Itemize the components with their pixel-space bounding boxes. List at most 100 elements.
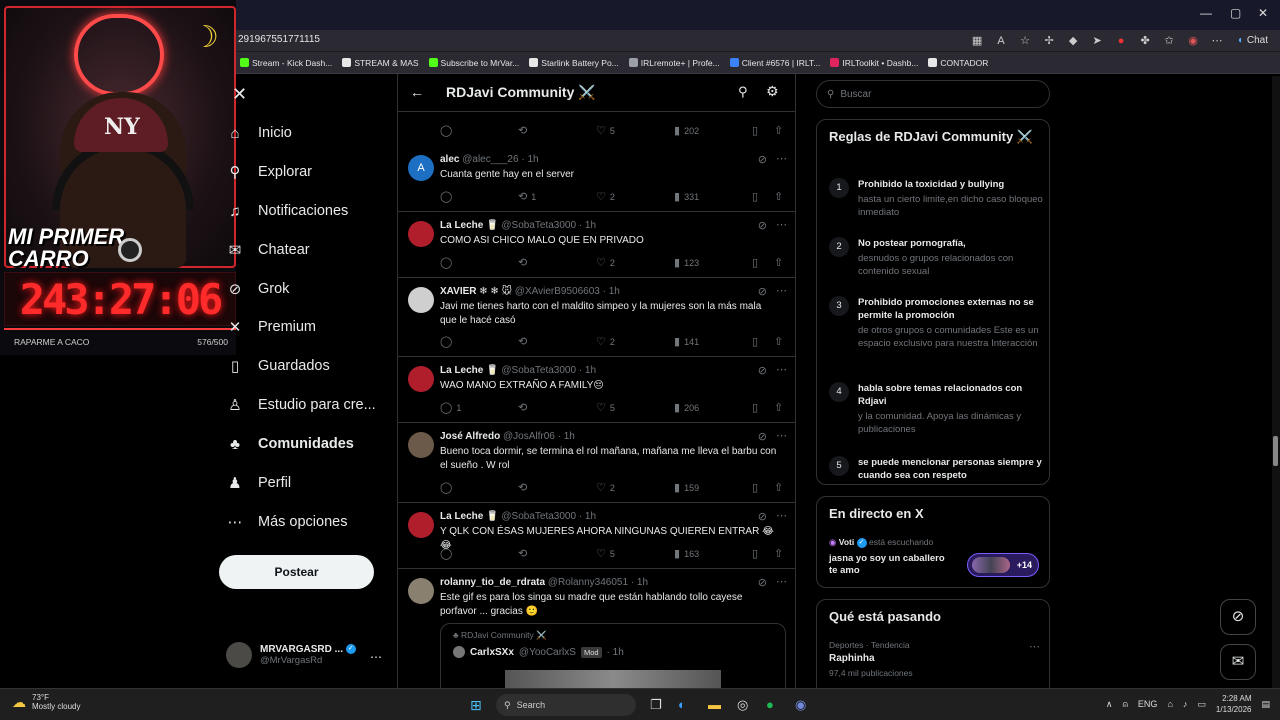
- grok-analyze-icon[interactable]: ⊘: [758, 285, 767, 298]
- like-button[interactable]: ♡ 5: [596, 124, 615, 137]
- copilot-chat-button[interactable]: ◐ Chat: [1234, 32, 1272, 50]
- grok-analyze-icon[interactable]: ⊘: [758, 219, 767, 232]
- more-icon[interactable]: ⋯: [1210, 33, 1224, 49]
- grok-analyze-icon[interactable]: ⊘: [758, 576, 767, 589]
- like-button[interactable]: ♡ 5: [596, 547, 615, 560]
- reply-button[interactable]: ◯: [440, 124, 452, 137]
- edge-icon[interactable]: ◐: [678, 697, 686, 712]
- bookmark-button[interactable]: ▯: [752, 190, 758, 203]
- favorite-star-icon[interactable]: ☆: [1018, 33, 1032, 49]
- post-avatar[interactable]: A: [408, 155, 434, 181]
- views-button[interactable]: ▮ 123: [674, 256, 699, 269]
- url-text[interactable]: 291967551771115: [238, 34, 320, 45]
- obs-icon[interactable]: ◎: [737, 697, 748, 713]
- discord-icon[interactable]: ◉: [795, 697, 806, 713]
- post-more-icon[interactable]: ⋯: [776, 363, 787, 376]
- task-view-icon[interactable]: ❐: [650, 697, 662, 713]
- sidebar-item-home[interactable]: ⌂ Inicio: [224, 114, 291, 152]
- tray-chevron-icon[interactable]: ∧: [1106, 699, 1113, 710]
- sidebar-item-profile[interactable]: ♟ Perfil: [224, 464, 291, 502]
- post[interactable]: La Leche 🥛 @SobaTeta3000 · 1h ⊘ ⋯ WAO MANO …: [398, 357, 795, 423]
- language-indicator[interactable]: ENG: [1138, 699, 1158, 709]
- like-button[interactable]: ♡ 5: [596, 401, 615, 414]
- grid-icon[interactable]: ▦: [970, 33, 984, 49]
- grok-analyze-icon[interactable]: ⊘: [758, 510, 767, 523]
- views-button[interactable]: ▮ 331: [674, 190, 699, 203]
- weather-widget[interactable]: ☁ 73°F Mostly cloudy: [12, 693, 80, 711]
- account-switcher[interactable]: MRVARGASRD ... ✓ @MrVargasRd: [226, 642, 356, 668]
- sidebar-item-more-options[interactable]: ⋯ Más opciones: [224, 503, 348, 541]
- notifications-icon[interactable]: ▤: [1261, 699, 1270, 710]
- scroll-thumb[interactable]: [1273, 436, 1278, 466]
- reply-button[interactable]: ◯ 1: [440, 401, 461, 414]
- maximize-icon[interactable]: ▢: [1230, 6, 1241, 20]
- post[interactable]: Aalec @alec___26 · 1h ⊘ ⋯ Cuanta gente hay …: [398, 146, 795, 212]
- puzzle-icon[interactable]: ✤: [1138, 33, 1152, 49]
- views-button[interactable]: ▮ 163: [674, 547, 699, 560]
- reply-button[interactable]: ◯: [440, 335, 456, 348]
- bookmark-item[interactable]: Client #6576 | IRLT...: [729, 58, 820, 68]
- bookmark-item[interactable]: Starlink Battery Po...: [529, 58, 619, 68]
- post[interactable]: La Leche 🥛 @SobaTeta3000 · 1h ⊘ ⋯ COMO ASI …: [398, 212, 795, 278]
- address-bar[interactable]: 291967551771115 ▦ A ☆ ✢ ◆ ➤ ● ✤ ✩ ◉ ⋯ ◐ …: [236, 30, 1280, 52]
- reply-button[interactable]: ◯: [440, 481, 456, 494]
- post-author-name[interactable]: XAVIER ❄ ❄ 🐭: [440, 286, 512, 297]
- post-avatar[interactable]: [408, 366, 434, 392]
- views-button[interactable]: ▮ 141: [674, 335, 699, 348]
- reply-button[interactable]: ◯: [440, 190, 456, 203]
- share-button[interactable]: ⇧: [774, 547, 783, 560]
- post-more-icon[interactable]: ⋯: [776, 509, 787, 522]
- post-avatar[interactable]: [408, 512, 434, 538]
- post[interactable]: rolanny_tio_de_rdrata @Rolanny346051 · 1…: [398, 569, 795, 688]
- like-button[interactable]: ♡ 2: [596, 190, 615, 203]
- page-scrollbar[interactable]: [1272, 76, 1280, 688]
- minimize-icon[interactable]: —: [1200, 6, 1212, 20]
- grok-analyze-icon[interactable]: ⊘: [758, 430, 767, 443]
- share-button[interactable]: ⇧: [774, 124, 783, 137]
- post-more-icon[interactable]: ⋯: [776, 429, 787, 442]
- bookmark-button[interactable]: ▯: [752, 481, 758, 494]
- favorites-icon[interactable]: ✩: [1162, 33, 1176, 49]
- volume-icon[interactable]: ♪: [1183, 699, 1188, 709]
- repost-button[interactable]: ⟲: [518, 124, 527, 137]
- repost-button[interactable]: ⟲ 1: [518, 190, 536, 203]
- sidebar-item-grok[interactable]: ⊘ Grok: [224, 270, 290, 308]
- bookmark-item[interactable]: Stream - Kick Dash...: [240, 58, 332, 68]
- repost-button[interactable]: ⟲: [518, 547, 531, 560]
- arrow-extension-icon[interactable]: ➤: [1090, 33, 1104, 49]
- post-author-handle[interactable]: @XAvierB9506603: [515, 286, 600, 297]
- like-button[interactable]: ♡ 2: [596, 256, 615, 269]
- spotify-icon[interactable]: ●: [766, 697, 774, 712]
- battery-icon[interactable]: ▭: [1197, 699, 1206, 710]
- network-icon[interactable]: ⌂: [1167, 699, 1172, 709]
- like-button[interactable]: ♡ 2: [596, 335, 615, 348]
- quoted-post[interactable]: ♣ RDJavi Community ⚔️ CarlxSXx @YooCarlxS M…: [440, 623, 786, 688]
- post-author-handle[interactable]: @Rolanny346051: [548, 577, 628, 588]
- bookmark-button[interactable]: ▯: [752, 256, 758, 269]
- sidebar-item-communities[interactable]: ♣ Comunidades: [224, 425, 354, 463]
- grok-analyze-icon[interactable]: ⊘: [758, 153, 767, 166]
- post-author-handle[interactable]: @SobaTeta3000: [501, 511, 576, 522]
- live-card[interactable]: En directo en X ◉ Voti ✓ está escuchando…: [816, 496, 1050, 588]
- post-avatar[interactable]: [408, 578, 434, 604]
- bookmark-item[interactable]: STREAM & MAS: [342, 58, 419, 68]
- file-explorer-icon[interactable]: ▬: [708, 697, 721, 712]
- grok-fab-icon[interactable]: ⊘: [1220, 599, 1256, 635]
- back-arrow-icon[interactable]: ←: [410, 84, 424, 100]
- post-author-name[interactable]: La Leche 🥛: [440, 365, 499, 376]
- post-avatar[interactable]: [408, 432, 434, 458]
- trend-more-icon[interactable]: ⋯: [1029, 640, 1040, 653]
- post-author-name[interactable]: José Alfredo: [440, 431, 500, 442]
- bookmark-button[interactable]: ▯: [752, 547, 758, 560]
- post-author-name[interactable]: La Leche 🥛: [440, 511, 499, 522]
- diamond-icon[interactable]: ◆: [1066, 33, 1080, 49]
- grok-analyze-icon[interactable]: ⊘: [758, 364, 767, 377]
- sidebar-item-studio[interactable]: ♙ Estudio para cre...: [224, 386, 375, 424]
- bookmark-item[interactable]: IRLToolkit • Dashb...: [830, 58, 918, 68]
- profile-avatar-icon[interactable]: ◉: [1186, 33, 1200, 49]
- views-button[interactable]: ▮ 206: [674, 401, 699, 414]
- post-more-icon[interactable]: ⋯: [776, 575, 787, 588]
- post-author-handle[interactable]: @SobaTeta3000: [501, 220, 576, 231]
- post-author-name[interactable]: La Leche 🥛: [440, 220, 499, 231]
- repost-button[interactable]: ⟲: [518, 401, 531, 414]
